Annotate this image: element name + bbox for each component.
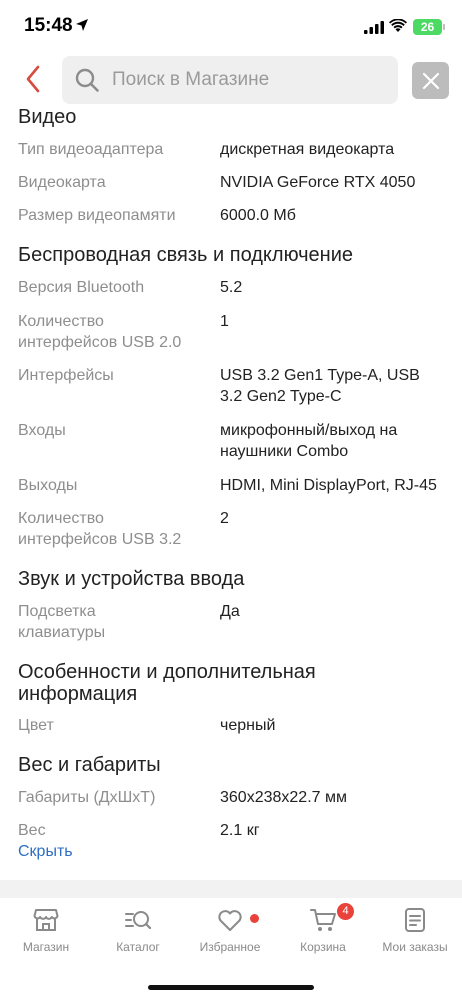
search-input[interactable] xyxy=(112,69,382,91)
spec-label: Вес xyxy=(18,822,46,839)
spec-value: микрофонный/выход на наушники Combo xyxy=(220,422,398,460)
spec-label: Габариты (ДхШхТ) xyxy=(18,789,156,806)
spec-label: Версия Bluetooth xyxy=(18,279,145,296)
search-header xyxy=(0,50,462,108)
spec-value: 2 xyxy=(220,510,229,527)
orders-icon xyxy=(405,908,425,932)
tab-bar: Магазин Каталог Избранное 4 Корзина Мои … xyxy=(0,898,462,999)
tab-catalog[interactable]: Каталог xyxy=(92,906,184,954)
tab-label: Корзина xyxy=(300,940,346,954)
status-time: 15:48 xyxy=(24,15,73,36)
section-title-video: Видео xyxy=(18,106,77,128)
heart-icon xyxy=(218,910,242,931)
spec-label: Подсветка клавиатуры xyxy=(18,603,106,641)
spec-value: Да xyxy=(220,603,240,620)
spec-label: Размер видеопамяти xyxy=(18,207,176,224)
spec-value: HDMI, Mini DisplayPort, RJ-45 xyxy=(220,477,437,494)
search-icon xyxy=(75,68,99,92)
section-title-weight: Вес и габариты xyxy=(18,754,161,776)
tab-label: Каталог xyxy=(116,940,160,954)
spec-label: Входы xyxy=(18,422,66,439)
spec-value: NVIDIA GeForce RTX 4050 xyxy=(220,174,416,191)
home-indicator xyxy=(148,985,314,990)
battery-level: 26 xyxy=(420,20,435,34)
search-box[interactable] xyxy=(62,56,398,104)
spec-label: Тип видеоадаптера xyxy=(18,141,164,158)
spec-value: USB 3.2 Gen1 Type-A, USB 3.2 Gen2 Type-C xyxy=(220,367,420,405)
spec-label: Количество интерфейсов USB 3.2 xyxy=(18,510,182,548)
cart-icon xyxy=(310,909,336,931)
spec-value: 5.2 xyxy=(220,279,243,296)
section-title-wireless: Беспроводная связь и подключение xyxy=(18,244,354,266)
cart-badge: 4 xyxy=(337,903,354,920)
section-title-extra: Особенности и дополнительная информация xyxy=(18,661,316,705)
tab-label: Мои заказы xyxy=(382,940,448,954)
shop-icon xyxy=(33,909,59,931)
tab-label: Избранное xyxy=(199,940,261,954)
cellular-signal-icon xyxy=(364,21,384,34)
spec-value: черный xyxy=(220,717,276,734)
battery-indicator: 26 xyxy=(413,19,445,35)
wifi-icon xyxy=(389,19,407,32)
favorites-badge-dot xyxy=(250,914,259,923)
hide-link[interactable]: Скрыть xyxy=(18,842,73,862)
spec-label: Выходы xyxy=(18,477,78,494)
close-icon xyxy=(422,72,439,89)
spec-value: 2.1 кг xyxy=(220,822,260,839)
tab-label: Магазин xyxy=(22,940,70,954)
spec-value: 1 xyxy=(220,313,229,330)
spec-label: Видеокарта xyxy=(18,174,106,191)
spec-label: Количество интерфейсов USB 2.0 xyxy=(18,313,182,351)
section-divider xyxy=(0,880,462,898)
spec-value: 6000.0 Мб xyxy=(220,207,296,224)
catalog-icon xyxy=(125,911,152,930)
section-title-sound: Звук и устройства ввода xyxy=(18,568,245,590)
back-button[interactable] xyxy=(18,62,48,96)
chevron-left-icon xyxy=(26,65,40,93)
tab-favorites[interactable]: Избранное xyxy=(184,906,276,954)
spec-label: Интерфейсы xyxy=(18,367,114,384)
status-bar: 15:48 26 xyxy=(0,0,462,50)
spec-value: 360x238x22.7 мм xyxy=(220,789,347,806)
tab-orders[interactable]: Мои заказы xyxy=(369,906,461,954)
tab-cart[interactable]: 4 Корзина xyxy=(277,903,369,954)
tab-shop[interactable]: Магазин xyxy=(0,906,92,954)
close-button[interactable] xyxy=(412,62,449,99)
spec-label: Цвет xyxy=(18,717,54,734)
location-arrow-icon xyxy=(76,19,88,31)
spec-value: дискретная видеокарта xyxy=(220,141,395,158)
